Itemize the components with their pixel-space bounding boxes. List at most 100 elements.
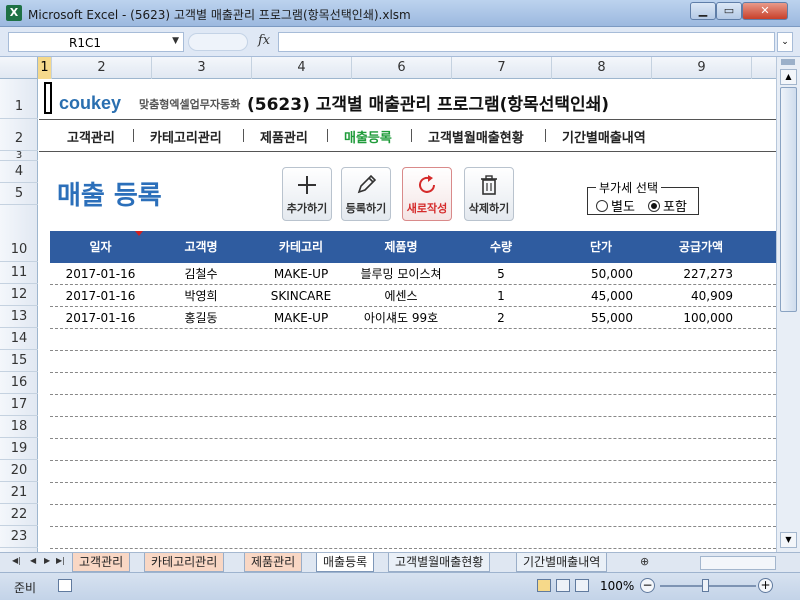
maximize-button[interactable]: ▭: [716, 2, 742, 20]
row-header[interactable]: 2: [0, 119, 38, 151]
close-button[interactable]: ✕: [742, 2, 788, 20]
vat-include-radio[interactable]: 포함: [648, 196, 687, 215]
tab-category-management[interactable]: 카테고리관리: [144, 553, 225, 572]
table-row[interactable]: [50, 461, 776, 483]
table-row[interactable]: [50, 395, 776, 417]
table-row[interactable]: [50, 527, 776, 549]
cell-product[interactable]: 아이섀도 99호: [351, 307, 451, 329]
tab-customer-management[interactable]: 고객관리: [72, 553, 131, 572]
row-header[interactable]: 12: [0, 284, 38, 306]
table-row[interactable]: [50, 373, 776, 395]
header-supply-value[interactable]: 공급가액: [651, 231, 751, 263]
table-row[interactable]: 2017-01-16 김철수 MAKE-UP 블루밍 모이스쳐 5 50,000 227,2…: [50, 263, 776, 285]
horizontal-scrollbar[interactable]: [700, 556, 776, 570]
cell-supply-value[interactable]: 227,273: [651, 263, 751, 285]
next-sheet-icon[interactable]: ▶: [44, 556, 50, 565]
name-box[interactable]: R1C1 ▼: [8, 32, 184, 52]
row-header[interactable]: 10: [0, 205, 38, 262]
cell-customer[interactable]: 홍길동: [151, 307, 251, 329]
zoom-slider-thumb[interactable]: [702, 579, 709, 592]
table-row[interactable]: 2017-01-16 홍길동 MAKE-UP 아이섀도 99호 2 55,000 100,0…: [50, 307, 776, 329]
cell-unit-price[interactable]: 55,000: [551, 307, 651, 329]
header-customer[interactable]: 고객명: [151, 231, 251, 263]
register-button[interactable]: 등록하기: [341, 167, 391, 221]
page-break-view-icon[interactable]: [575, 579, 589, 592]
table-row[interactable]: [50, 417, 776, 439]
insert-sheet-icon[interactable]: ⊕: [640, 555, 649, 568]
cell-date[interactable]: 2017-01-16: [50, 285, 151, 307]
tab-sales-by-period[interactable]: 기간별매출내역: [516, 553, 608, 572]
scroll-down-arrow-icon[interactable]: ▼: [780, 532, 797, 548]
scroll-up-arrow-icon[interactable]: ▲: [780, 69, 797, 85]
nav-monthly-sales-by-customer[interactable]: 고객별월매출현황: [428, 127, 524, 146]
header-product[interactable]: 제품명: [351, 231, 451, 263]
row-header[interactable]: 4: [0, 161, 38, 183]
cell-supply-value[interactable]: 40,909: [651, 285, 751, 307]
vertical-scrollbar[interactable]: ▲ ▼: [776, 57, 800, 552]
vat-separate-radio[interactable]: 별도: [596, 196, 635, 215]
nav-product-management[interactable]: 제품관리: [260, 127, 308, 146]
cell-category[interactable]: SKINCARE: [251, 285, 351, 307]
row-header[interactable]: 5: [0, 183, 38, 205]
new-entry-button[interactable]: 새로작성: [402, 167, 452, 221]
table-row[interactable]: [50, 351, 776, 373]
table-row[interactable]: [50, 439, 776, 461]
table-row[interactable]: [50, 329, 776, 351]
row-header[interactable]: 18: [0, 416, 38, 438]
zoom-out-icon[interactable]: −: [640, 578, 655, 593]
cell-date[interactable]: 2017-01-16: [50, 263, 151, 285]
row-header[interactable]: 17: [0, 394, 38, 416]
minimize-button[interactable]: ▁: [690, 2, 716, 20]
add-button[interactable]: 추가하기: [282, 167, 332, 221]
selected-cell-r1c1[interactable]: [44, 82, 52, 114]
header-category[interactable]: 카테고리: [251, 231, 351, 263]
table-row[interactable]: 2017-01-16 박영희 SKINCARE 에센스 1 45,000 40,909: [50, 285, 776, 307]
column-header[interactable]: 2: [52, 57, 152, 79]
cell-unit-price[interactable]: 45,000: [551, 285, 651, 307]
row-header[interactable]: 13: [0, 306, 38, 328]
row-header[interactable]: 15: [0, 350, 38, 372]
row-header[interactable]: 1: [0, 79, 38, 119]
row-header[interactable]: 3: [0, 151, 38, 161]
tab-monthly-sales-by-customer[interactable]: 고객별월매출현황: [388, 553, 491, 572]
column-header[interactable]: 6: [352, 57, 452, 79]
table-row[interactable]: [50, 505, 776, 527]
normal-view-icon[interactable]: [537, 579, 551, 592]
column-header[interactable]: 8: [552, 57, 652, 79]
row-header[interactable]: 21: [0, 482, 38, 504]
insert-function-icon[interactable]: fx: [258, 33, 270, 48]
cell-quantity[interactable]: 5: [451, 263, 551, 285]
select-all-corner[interactable]: [0, 57, 38, 79]
cell-category[interactable]: MAKE-UP: [251, 263, 351, 285]
nav-customer-management[interactable]: 고객관리: [67, 127, 115, 146]
header-unit-price[interactable]: 단가: [551, 231, 651, 263]
tab-sales-entry[interactable]: 매출등록: [316, 553, 375, 572]
nav-category-management[interactable]: 카테고리관리: [150, 127, 222, 146]
column-header[interactable]: 9: [652, 57, 752, 79]
cell-product[interactable]: 블루밍 모이스쳐: [351, 263, 451, 285]
cell-product[interactable]: 에센스: [351, 285, 451, 307]
row-header[interactable]: 14: [0, 328, 38, 350]
scroll-thumb[interactable]: [780, 87, 797, 312]
last-sheet-icon[interactable]: ▶|: [56, 556, 65, 565]
delete-button[interactable]: 삭제하기: [464, 167, 514, 221]
cell-customer[interactable]: 박영희: [151, 285, 251, 307]
first-sheet-icon[interactable]: ◀|: [12, 556, 21, 565]
row-header[interactable]: 22: [0, 504, 38, 526]
page-layout-view-icon[interactable]: [556, 579, 570, 592]
row-header[interactable]: 23: [0, 526, 38, 548]
header-quantity[interactable]: 수량: [451, 231, 551, 263]
nav-sales-entry[interactable]: 매출등록: [344, 127, 392, 146]
chevron-down-icon[interactable]: ▼: [172, 36, 179, 46]
cell-customer[interactable]: 김철수: [151, 263, 251, 285]
column-header[interactable]: 1: [38, 57, 52, 79]
cell-supply-value[interactable]: 100,000: [651, 307, 751, 329]
cell-quantity[interactable]: 1: [451, 285, 551, 307]
cell-unit-price[interactable]: 50,000: [551, 263, 651, 285]
macro-record-icon[interactable]: [58, 579, 72, 592]
expand-formula-button[interactable]: ⌄: [777, 32, 793, 52]
cell-date[interactable]: 2017-01-16: [50, 307, 151, 329]
excel-app-icon[interactable]: X: [6, 5, 22, 21]
row-header[interactable]: 11: [0, 262, 38, 284]
zoom-level[interactable]: 100%: [600, 579, 634, 593]
